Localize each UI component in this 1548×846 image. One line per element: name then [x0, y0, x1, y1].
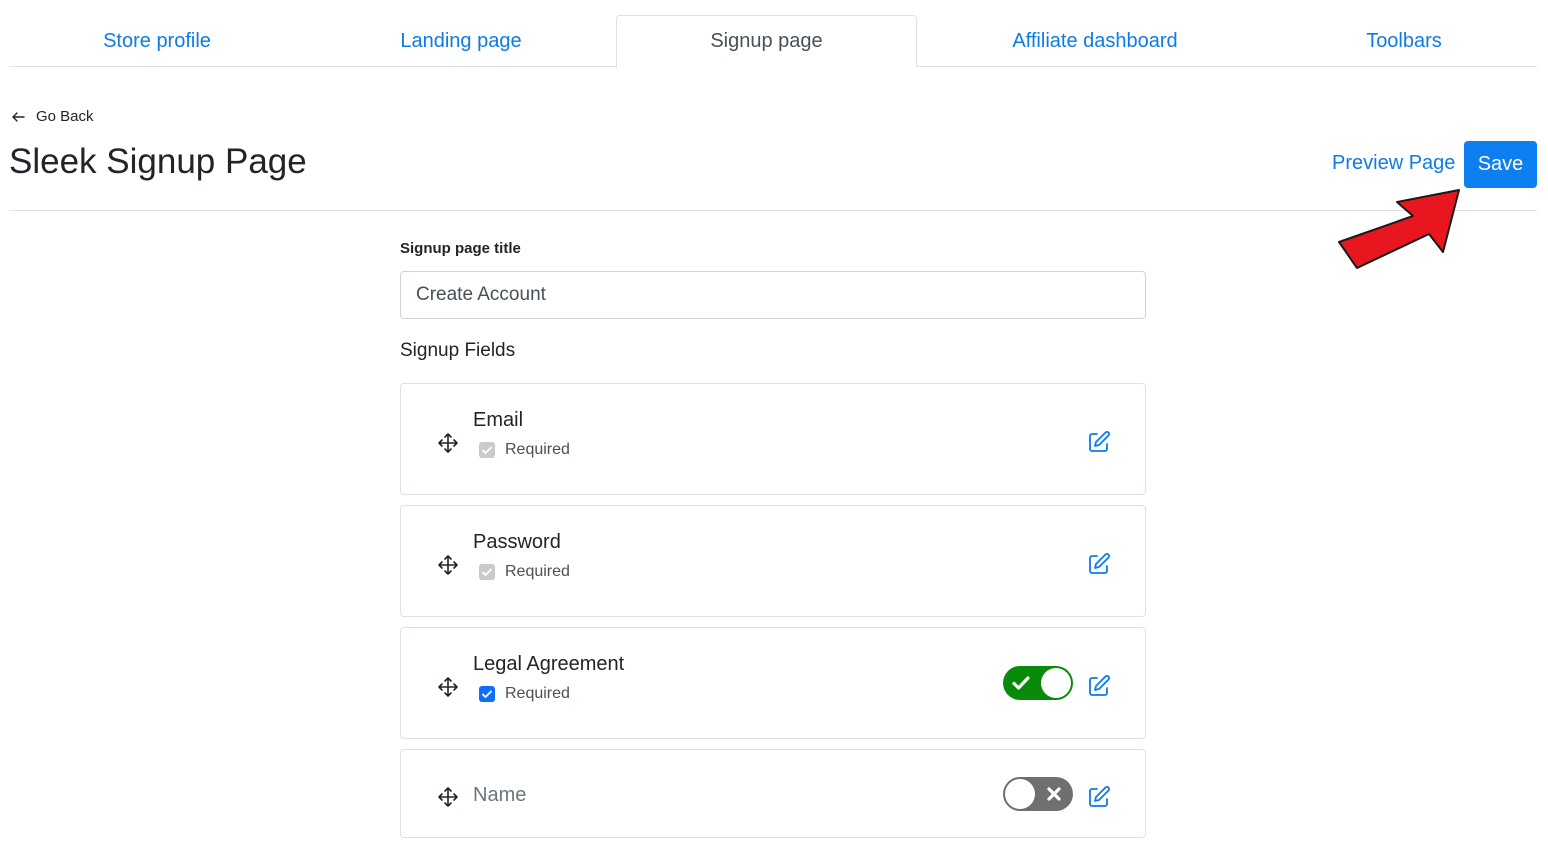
edit-icon[interactable]: [1087, 430, 1111, 454]
x-icon: [1047, 787, 1061, 801]
tab-landing-page[interactable]: Landing page: [313, 15, 609, 67]
save-button[interactable]: Save: [1464, 141, 1537, 188]
field-name: Email: [473, 409, 524, 431]
page-title: Sleek Signup Page: [9, 142, 307, 181]
field-card-name: Name: [400, 749, 1146, 838]
drag-handle-icon[interactable]: [437, 432, 459, 454]
field-card-legal-agreement: Legal Agreement Required: [400, 627, 1146, 739]
tab-store-profile[interactable]: Store profile: [9, 15, 305, 67]
required-checkbox[interactable]: [479, 564, 495, 580]
field-name: Password: [473, 531, 561, 553]
field-card-email: Email Required: [400, 383, 1146, 495]
required-checkbox[interactable]: [479, 442, 495, 458]
header-divider: [9, 210, 1537, 211]
signup-title-input[interactable]: [400, 271, 1146, 319]
field-name: Legal Agreement: [473, 653, 625, 675]
edit-icon[interactable]: [1087, 552, 1111, 576]
toggle-knob: [1041, 668, 1071, 698]
check-icon: [1012, 676, 1030, 690]
tab-affiliate-dashboard[interactable]: Affiliate dashboard: [927, 15, 1263, 67]
drag-handle-icon[interactable]: [437, 786, 459, 808]
toggle-knob: [1005, 779, 1035, 809]
edit-icon[interactable]: [1087, 674, 1111, 698]
signup-title-label: Signup page title: [400, 240, 521, 257]
preview-page-link[interactable]: Preview Page: [1332, 152, 1455, 175]
page-tabs: Store profile Landing page Signup page A…: [9, 15, 1537, 68]
edit-icon[interactable]: [1087, 785, 1111, 809]
required-label: Required: [505, 563, 570, 580]
required-label: Required: [505, 685, 570, 702]
required-checkbox[interactable]: [479, 686, 495, 702]
arrow-left-icon: [12, 111, 25, 122]
drag-handle-icon[interactable]: [437, 676, 459, 698]
required-label: Required: [505, 441, 570, 458]
drag-handle-icon[interactable]: [437, 554, 459, 576]
field-card-password: Password Required: [400, 505, 1146, 617]
checkmark-icon: [482, 446, 492, 454]
field-name: Name: [473, 784, 527, 806]
checkmark-icon: [482, 568, 492, 576]
required-row: Required: [479, 685, 570, 703]
field-enabled-toggle[interactable]: [1003, 666, 1073, 700]
go-back-link[interactable]: Go Back: [10, 108, 94, 125]
required-row: Required: [479, 563, 570, 581]
annotation-arrow-icon: [1338, 189, 1460, 269]
tab-toolbars[interactable]: Toolbars: [1271, 15, 1537, 67]
field-enabled-toggle[interactable]: [1003, 777, 1073, 811]
checkmark-icon: [482, 690, 492, 698]
tab-signup-page[interactable]: Signup page: [616, 15, 917, 68]
required-row: Required: [479, 441, 570, 459]
go-back-label: Go Back: [36, 108, 94, 125]
signup-fields-label: Signup Fields: [400, 340, 516, 361]
